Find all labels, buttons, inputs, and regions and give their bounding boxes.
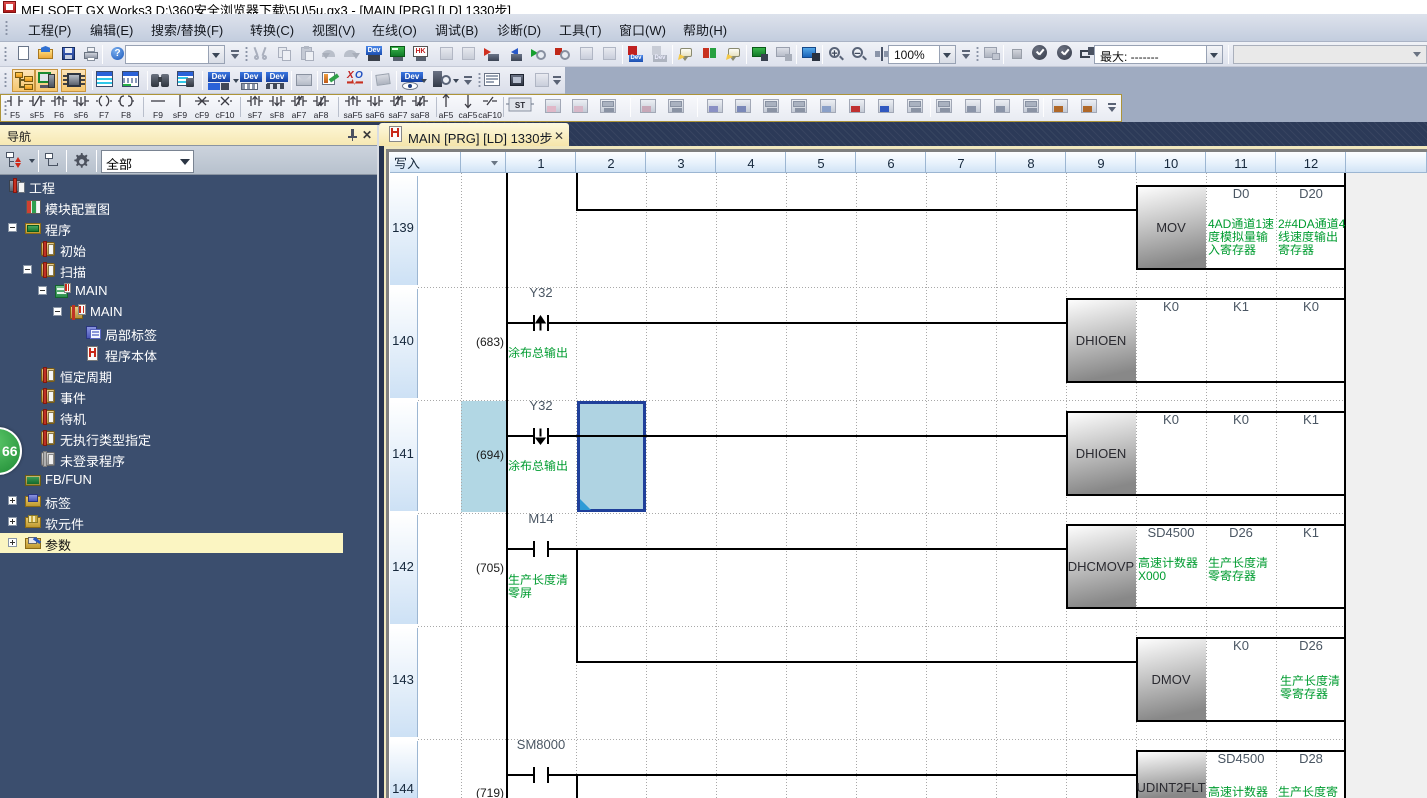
svg-text:零屏: 零屏	[508, 586, 532, 600]
svg-text:D28: D28	[1299, 751, 1323, 766]
svg-text:M14: M14	[528, 511, 553, 526]
svg-text:4AD通道1速: 4AD通道1速	[1208, 217, 1274, 231]
svg-text:12: 12	[1304, 156, 1318, 171]
svg-text:写入: 写入	[394, 156, 420, 171]
svg-text:零寄存器: 零寄存器	[1208, 569, 1256, 583]
svg-text:9: 9	[1097, 156, 1104, 171]
svg-text:143: 143	[392, 672, 414, 687]
svg-text:线速度输出: 线速度输出	[1278, 230, 1338, 244]
svg-text:生产长度清: 生产长度清	[508, 573, 568, 587]
svg-text:3: 3	[677, 156, 684, 171]
svg-text:142: 142	[392, 559, 414, 574]
svg-text:高速计数器: 高速计数器	[1138, 556, 1198, 570]
svg-text:2#4DA通道4: 2#4DA通道4	[1278, 217, 1346, 231]
svg-text:5: 5	[817, 156, 824, 171]
svg-text:DHCMOVP: DHCMOVP	[1068, 559, 1134, 574]
svg-text:X000: X000	[1138, 569, 1166, 583]
svg-text:生产长度清: 生产长度清	[1280, 674, 1340, 688]
svg-text:K0: K0	[1163, 299, 1179, 314]
svg-text:Y32: Y32	[529, 398, 552, 413]
svg-text:D26: D26	[1299, 638, 1323, 653]
svg-text:144: 144	[392, 781, 414, 796]
svg-text:涂布总输出: 涂布总输出	[508, 346, 568, 360]
svg-text:MOV: MOV	[1156, 220, 1186, 235]
svg-text:DHIOEN: DHIOEN	[1076, 446, 1127, 461]
svg-text:D20: D20	[1299, 186, 1323, 201]
svg-text:139: 139	[392, 220, 414, 235]
svg-text:(719): (719)	[476, 786, 504, 798]
svg-text:10: 10	[1164, 156, 1178, 171]
svg-text:度模拟量输: 度模拟量输	[1208, 230, 1268, 244]
svg-text:SD4500: SD4500	[1148, 525, 1195, 540]
svg-text:11: 11	[1234, 156, 1248, 171]
svg-text:6: 6	[887, 156, 894, 171]
svg-text:高速计数器: 高速计数器	[1208, 785, 1268, 798]
svg-text:7: 7	[957, 156, 964, 171]
svg-text:SD4500: SD4500	[1218, 751, 1265, 766]
svg-text:K1: K1	[1303, 525, 1319, 540]
svg-text:DHIOEN: DHIOEN	[1076, 333, 1127, 348]
svg-text:4: 4	[747, 156, 754, 171]
svg-text:K0: K0	[1233, 412, 1249, 427]
svg-text:K0: K0	[1303, 299, 1319, 314]
svg-text:SM8000: SM8000	[517, 737, 565, 752]
svg-text:零寄存器: 零寄存器	[1280, 687, 1328, 701]
svg-text:Y32: Y32	[529, 285, 552, 300]
svg-text:K1: K1	[1303, 412, 1319, 427]
svg-text:入寄存器: 入寄存器	[1208, 243, 1256, 257]
svg-text:D26: D26	[1229, 525, 1253, 540]
svg-text:DMOV: DMOV	[1152, 672, 1191, 687]
svg-text:(683): (683)	[476, 335, 504, 349]
svg-text:涂布总输出: 涂布总输出	[508, 459, 568, 473]
svg-text:140: 140	[392, 333, 414, 348]
svg-text:(705): (705)	[476, 561, 504, 575]
svg-text:(694): (694)	[476, 448, 504, 462]
svg-text:K0: K0	[1233, 638, 1249, 653]
svg-text:寄存器: 寄存器	[1278, 243, 1314, 257]
svg-text:UDINT2FLT: UDINT2FLT	[1136, 780, 1205, 795]
svg-text:141: 141	[392, 446, 414, 461]
svg-text:D0: D0	[1233, 186, 1250, 201]
svg-text:8: 8	[1027, 156, 1034, 171]
svg-text:K1: K1	[1233, 299, 1249, 314]
svg-text:生产长度清: 生产长度清	[1208, 556, 1268, 570]
svg-text:K0: K0	[1163, 412, 1179, 427]
svg-text:1: 1	[537, 156, 544, 171]
svg-text:2: 2	[607, 156, 614, 171]
svg-text:生产长度寄: 生产长度寄	[1278, 785, 1338, 798]
